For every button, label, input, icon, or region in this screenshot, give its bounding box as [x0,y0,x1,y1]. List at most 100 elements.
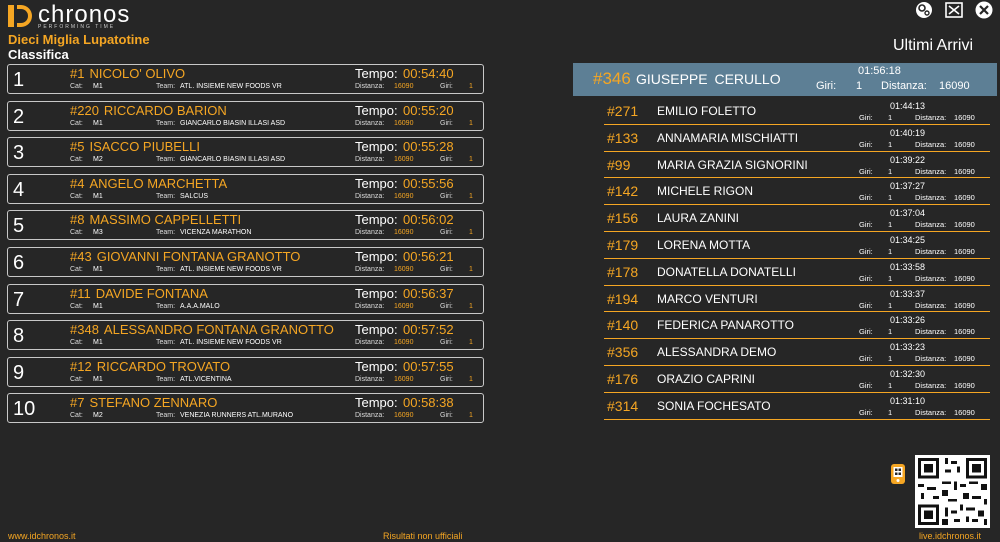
tempo-label: Tempo: [355,285,398,301]
ranking-row: 8 #348 ALESSANDRO FONTANA GRANOTTO Cat: M… [7,320,484,351]
team-value: SALCUS [180,192,209,200]
cat-label: Cat: [70,375,83,383]
giri-label: Giri: [859,273,873,283]
ranking-row: 2 #220 RICCARDO BARION Cat: M1 Team: GIAN… [7,100,484,131]
tempo-label: Tempo: [355,248,398,264]
distanza-value: 16090 [394,192,414,200]
distanza-value: 16090 [954,273,975,283]
qr-code-icon[interactable] [915,455,990,528]
distanza-label: Distanza: [355,302,385,310]
distanza-value: 16090 [954,300,975,310]
arrival-time: 01:37:04 [890,208,926,219]
cat-label: Cat: [70,265,83,273]
giri-label: Giri: [859,246,873,256]
giri-label: Giri: [440,156,453,164]
giri-label: Giri: [440,192,453,200]
event-title: Dieci Miglia Lupatotine [8,32,150,47]
latest-giri-label: Giri: [816,80,837,92]
cat-label: Cat: [70,339,83,347]
distanza-value: 16090 [394,83,414,90]
team-label: Team: [156,119,176,127]
cat-value: M3 [93,229,103,237]
tempo-value: 00:55:20 [403,102,454,118]
distanza-label: Distanza: [355,265,385,273]
arrival-bib: #176 [607,370,639,387]
arrivals-title: Ultimi Arrivi [893,37,973,54]
arrival-row: #176 ORAZIO CAPRINI 01:32:30 Giri: 1 Dis… [604,366,990,393]
arrival-time: 01:37:27 [890,181,926,192]
cat-label: Cat: [70,302,83,310]
team-label: Team: [156,192,176,200]
rank-position: 10 [13,398,36,421]
ranking-row: 4 #4 ANGELO MARCHETTA Cat: M1 Team: SALCU… [7,173,484,204]
distanza-value: 16090 [954,246,975,256]
rank-position: 3 [13,142,25,165]
athlete-name: #12 RICCARDO TROVATO [70,358,231,374]
distanza-label: Distanza: [915,246,947,256]
giri-label: Giri: [859,220,873,230]
phone-icon [890,463,906,485]
arrival-bib: #142 [607,183,639,200]
footer-website-link[interactable]: www.idchronos.it [8,531,76,541]
tempo-label: Tempo: [355,395,398,411]
giri-label: Giri: [859,407,873,417]
cat-label: Cat: [70,83,83,90]
giri-label: Giri: [440,375,453,383]
team-value: ATL. INSIEME NEW FOODS VR [180,265,282,273]
arrival-time: 01:31:10 [890,395,926,406]
arrival-name: ALESSANDRA DEMO [657,345,777,360]
close-icon[interactable] [974,0,994,20]
arrival-time: 01:44:13 [890,101,926,111]
distanza-label: Distanza: [915,220,947,230]
tempo-value: 00:54:40 [403,66,454,81]
distanza-label: Distanza: [355,229,385,237]
giri-label: Giri: [440,265,453,273]
cat-label: Cat: [70,229,83,237]
rank-position: 5 [13,215,25,238]
ranking-row: 3 #5 ISACCO PIUBELLI Cat: M2 Team: GIANCA… [7,137,484,168]
giri-value: 1 [888,220,893,230]
giri-label: Giri: [859,113,873,122]
arrival-name: MARCO VENTURI [657,291,758,306]
cat-value: M1 [93,375,103,383]
arrival-name: MARIA GRAZIA SIGNORINI [657,157,808,172]
footer-disclaimer: Risultati non ufficiali [383,531,463,541]
window-icon[interactable] [944,0,964,20]
section-title: Classifica [8,47,69,62]
ranking-list: 1 #1 NICOLO' OLIVO Cat: M1 Team: ATL. INS… [7,64,484,430]
giri-label: Giri: [859,327,873,337]
arrival-name: ANNAMARIA MISCHIATTI [657,130,799,145]
team-value: GIANCARLO BIASIN ILLASI ASD [180,156,286,164]
team-label: Team: [156,156,176,164]
giri-value: 1 [469,265,473,273]
arrival-name: DONATELLA DONATELLI [657,264,796,279]
team-label: Team: [156,375,176,383]
arrival-bib: #356 [607,344,639,361]
gear-icon[interactable] [914,0,934,20]
rank-position: 1 [13,69,25,91]
latest-time: 01:56:18 [858,65,901,77]
arrival-time: 01:33:58 [890,261,926,272]
arrival-bib: #156 [607,210,639,227]
tempo-value: 00:56:21 [403,248,454,264]
distanza-value: 16090 [954,113,975,122]
distanza-label: Distanza: [355,156,385,164]
arrival-name: EMILIO FOLETTO [657,104,757,118]
footer-live-link[interactable]: live.idchronos.it [919,531,981,541]
giri-label: Giri: [440,339,453,347]
arrival-time: 01:33:23 [890,342,926,353]
giri-value: 1 [888,246,893,256]
latest-arrival: #346 GIUSEPPE CERULLO 01:56:18 Giri: 1 D… [573,63,997,96]
giri-label: Giri: [440,83,453,90]
arrival-bib: #178 [607,263,639,280]
arrival-time: 01:33:37 [890,288,926,299]
giri-label: Giri: [440,119,453,127]
athlete-name: #43 GIOVANNI FONTANA GRANOTTO [70,248,301,264]
tempo-label: Tempo: [355,212,398,228]
arrival-bib: #140 [607,317,639,334]
distanza-value: 16090 [394,412,414,420]
ranking-row: 1 #1 NICOLO' OLIVO Cat: M1 Team: ATL. INS… [7,64,484,94]
ranking-row: 7 #11 DAVIDE FONTANA Cat: M1 Team: A.A.A.… [7,283,484,314]
distanza-value: 16090 [954,166,975,176]
giri-value: 1 [888,273,893,283]
